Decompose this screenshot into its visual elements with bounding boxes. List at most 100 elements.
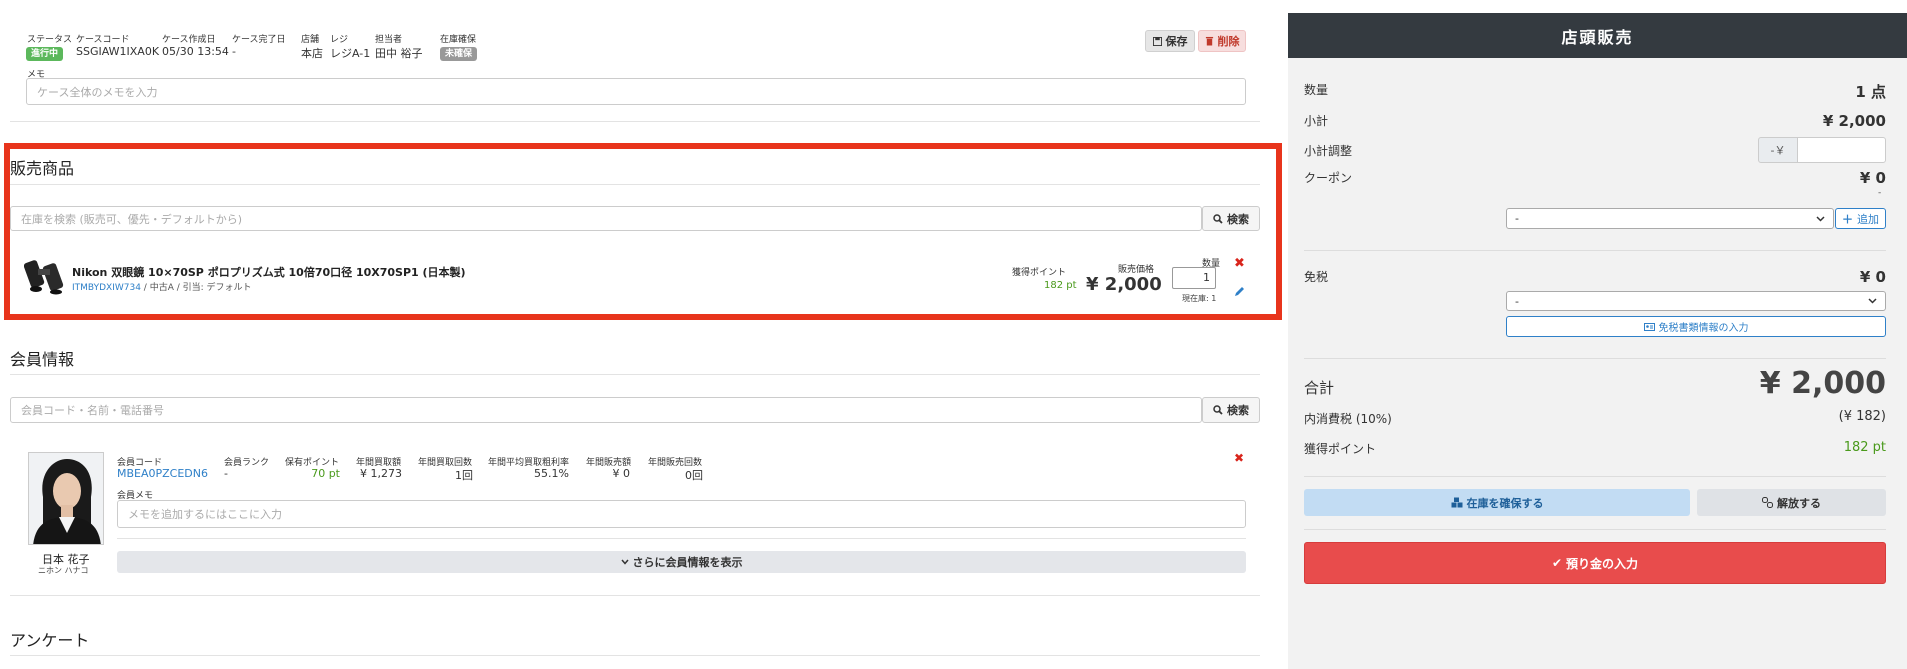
stock-search-button[interactable]: 検索	[1202, 206, 1260, 231]
member-code-link[interactable]: MBEA0PZCEDN6	[117, 467, 208, 480]
case-completed-label: ケース完了日	[232, 35, 286, 45]
sidebar-tax-label: 内消費税 (10%)	[1304, 412, 1392, 426]
sidebar-subtotal-label: 小計	[1304, 114, 1329, 128]
deposit-label: 預り金の入力	[1566, 556, 1639, 571]
save-button[interactable]: 保存	[1145, 30, 1195, 52]
member-buy-count-value: 1回	[455, 469, 473, 482]
boxes-icon	[1451, 497, 1462, 508]
reserve-stock-button[interactable]: 在庫を確保する	[1304, 489, 1690, 516]
search-icon	[1213, 213, 1223, 224]
check-icon: ✔	[1551, 556, 1563, 570]
sidebar-taxfree-label: 免税	[1304, 270, 1329, 284]
staff-label: 担当者	[375, 35, 403, 45]
taxfree-doc-button[interactable]: 免税書類情報の入力	[1506, 316, 1886, 337]
search-icon	[1213, 405, 1223, 415]
add-coupon-label: 追加	[1857, 212, 1879, 226]
release-label: 解放する	[1777, 496, 1821, 510]
sidebar-coupon-sub: -	[1878, 188, 1882, 198]
delete-button[interactable]: 削除	[1198, 30, 1246, 52]
products-title: 販売商品	[10, 159, 75, 178]
sidebar-taxfree-value: ¥ 0	[1859, 268, 1886, 286]
store-label: 店舗	[301, 35, 320, 45]
case-created-value: 05/30 13:54	[162, 45, 229, 58]
stock-badge: 未確保	[440, 45, 478, 61]
case-completed-value: -	[232, 45, 236, 58]
member-sale-count-value: 0回	[685, 469, 703, 482]
product-thumbnail	[23, 255, 68, 295]
release-button[interactable]: 解放する	[1697, 489, 1886, 516]
member-margin-value: 55.1%	[534, 467, 569, 480]
stock-search-button-label: 検索	[1227, 212, 1249, 226]
member-title: 会員情報	[10, 350, 75, 369]
coupon-select[interactable]: -	[1506, 208, 1834, 229]
sidebar-tax-value: (¥ 182)	[1838, 409, 1886, 424]
product-points-label: 獲得ポイント	[1012, 268, 1067, 278]
member-rank-value: -	[224, 467, 228, 480]
remove-member-icon[interactable]: ✖	[1234, 451, 1244, 465]
member-search-input[interactable]: 会員コード・名前・電話番号	[10, 397, 1202, 423]
sidebar-qty-value: 1 点	[1855, 83, 1886, 101]
member-rank-label: 会員ランク	[224, 458, 270, 468]
stock-search-input[interactable]: 在庫を検索 (販売可、優先・デフォルトから)	[10, 206, 1202, 231]
save-button-label: 保存	[1165, 35, 1188, 48]
chevron-down-icon	[1868, 298, 1877, 304]
product-points-value: 182 pt	[1044, 280, 1077, 291]
product-qty-input[interactable]: 1	[1172, 267, 1216, 289]
reserve-stock-label: 在庫を確保する	[1466, 496, 1544, 510]
sidebar-adjust-label: 小計調整	[1304, 144, 1353, 158]
plus-icon: ＋	[1842, 212, 1853, 226]
taxfree-select-value: -	[1515, 294, 1519, 308]
sidebar-qty-label: 数量	[1304, 83, 1329, 97]
status-label: ステータス	[27, 35, 73, 45]
member-memo-input[interactable]: メモを追加するにはここに入力	[117, 500, 1246, 528]
product-price-value: ¥ 2,000	[1086, 274, 1162, 295]
member-kana: ニホン ハナコ	[38, 566, 89, 575]
product-name: Nikon 双眼鏡 10×70SP ポロプリズム式 10倍70口径 10X70S…	[72, 266, 466, 279]
sidebar-total-value: ¥ 2,000	[1759, 366, 1886, 401]
member-sale-amount-value: ¥ 0	[612, 467, 631, 480]
member-points-value: 70 pt	[311, 467, 340, 480]
chevron-down-icon	[620, 559, 629, 565]
sidebar-coupon-label: クーポン	[1304, 171, 1353, 185]
register-value: レジA-1	[330, 47, 371, 60]
show-more-member-label: さらに会員情報を表示	[632, 556, 743, 569]
trash-icon	[1205, 36, 1213, 46]
case-created-label: ケース作成日	[162, 35, 216, 45]
member-search-button-label: 検索	[1227, 404, 1249, 417]
survey-title: アンケート	[10, 631, 90, 650]
chevron-down-icon	[1816, 215, 1825, 222]
coupon-select-value: -	[1515, 212, 1519, 225]
taxfree-doc-label: 免税書類情報の入力	[1658, 323, 1749, 334]
adjust-prefix: -￥	[1758, 137, 1798, 163]
member-search-button[interactable]: 検索	[1202, 397, 1260, 423]
register-label: レジ	[330, 35, 349, 45]
product-stock-text: 現在庫: 1	[1182, 294, 1217, 303]
store-value: 本店	[301, 47, 323, 60]
binoculars-icon	[23, 260, 64, 295]
sidebar-points-value: 182 pt	[1843, 440, 1886, 455]
case-code-value: SSGIAW1IXA0K	[76, 45, 160, 58]
sidebar-title: 店頭販売	[1288, 13, 1907, 58]
id-card-icon	[1643, 322, 1655, 331]
edit-product-icon[interactable]	[1234, 286, 1245, 300]
add-coupon-button[interactable]: ＋ 追加	[1835, 208, 1886, 229]
member-buy-amount-value: ¥ 1,273	[360, 467, 402, 480]
stock-label: 在庫確保	[440, 35, 477, 45]
status-badge: 進行中	[26, 45, 64, 61]
delete-button-label: 削除	[1217, 35, 1240, 48]
save-icon	[1152, 36, 1162, 46]
deposit-button[interactable]: ✔ 預り金の入力	[1304, 542, 1886, 584]
product-code-link[interactable]: ITMBYDXIW734	[72, 283, 141, 293]
sidebar-coupon-value: ¥ 0	[1859, 169, 1886, 187]
adjust-input[interactable]	[1797, 137, 1886, 163]
show-more-member-button[interactable]: さらに会員情報を表示	[117, 551, 1246, 573]
case-memo-input[interactable]: ケース全体のメモを入力	[26, 78, 1246, 105]
product-meta: ITMBYDXIW734 / 中古A / 引当: デフォルト	[72, 280, 252, 293]
sidebar-total-label: 合計	[1304, 379, 1335, 397]
member-avatar	[28, 452, 104, 545]
sidebar-subtotal-value: ¥ 2,000	[1822, 112, 1886, 130]
remove-product-icon[interactable]: ✖	[1234, 256, 1245, 271]
staff-value: 田中 裕子	[375, 47, 423, 60]
taxfree-select[interactable]: -	[1506, 291, 1886, 311]
product-meta-text: / 中古A / 引当: デフォルト	[140, 283, 252, 293]
